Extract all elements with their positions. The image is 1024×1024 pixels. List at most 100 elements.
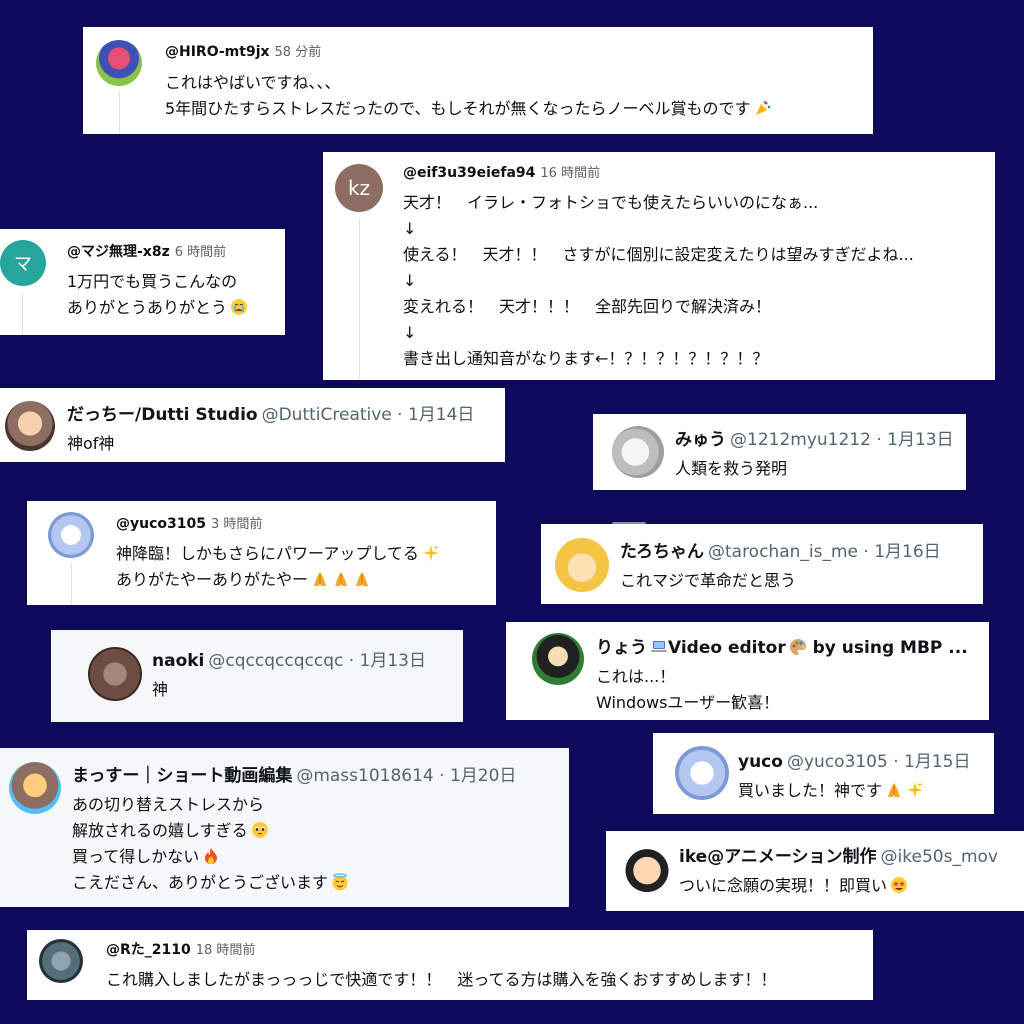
comment-header: @HIRO-mt9jx 58 分前 [165, 43, 321, 62]
comment-body: 1万円でも買うこんなの ありがとうありがとう [67, 269, 248, 321]
sparkles-icon [422, 544, 440, 562]
sparkles-icon [906, 781, 924, 799]
thread-line [71, 563, 72, 605]
tweet-display-name[interactable]: yuco [738, 752, 783, 772]
comment-header: @Rた_2110 18 時間前 [106, 941, 255, 960]
tweet-handle[interactable]: @cqccqccqccqc · 1月13日 [208, 651, 426, 671]
party-popper-icon [754, 99, 772, 117]
thread-line [22, 293, 23, 335]
tweet-card: たろちゃん @tarochan_is_me · 1月16日 これマジで革命だと思う [541, 524, 983, 604]
avatar[interactable] [48, 512, 94, 558]
tweet-header: みゅう @1212myu1212 · 1月13日 [675, 429, 954, 452]
tweet-card: まっすー｜ショート動画編集 @mass1018614 · 1月20日 あの切り替え… [0, 748, 569, 907]
folded-hands-icon [353, 570, 371, 588]
comment-handle[interactable]: @マジ無理-x8z [67, 244, 170, 260]
comment-handle[interactable]: @yuco3105 [116, 516, 206, 532]
tweet-line: これマジで革命だと思う [620, 571, 797, 590]
comment-body: 天才！ イラレ・フォトショでも使えたらいいのになぁ... ↓ 使える！ 天才！！… [403, 190, 914, 372]
comment-line: これはやばいですね、、、 [165, 73, 341, 92]
comment-line: ありがとうありがとう [67, 295, 248, 321]
tweet-line: これは...！ [596, 667, 676, 686]
comment-handle[interactable]: @eif3u39eiefa94 [403, 165, 535, 181]
comment-card: マ @マジ無理-x8z 6 時間前 1万円でも買うこんなの ありがとうありがとう [0, 229, 285, 335]
tweet-line: 人類を救う発明 [675, 459, 788, 478]
comment-line: これ購入しましたがまっっっじで快適です！！ 迷ってる方は購入を強くおすすめします… [106, 970, 777, 989]
comment-time[interactable]: 16 時間前 [540, 166, 600, 181]
tweet-header: yuco @yuco3105 · 1月15日 [738, 751, 970, 774]
comment-line: ↓ [403, 219, 417, 238]
tweet-handle[interactable]: @yuco3105 · 1月15日 [787, 752, 971, 772]
avatar[interactable] [96, 40, 142, 86]
comment-card: kz @eif3u39eiefa94 16 時間前 天才！ イラレ・フォトショでも… [323, 152, 995, 380]
tweet-card: だっちー/Dutti Studio @DuttiCreative · 1月14日 … [0, 388, 505, 462]
avatar[interactable] [621, 842, 673, 894]
tweet-header: りょう Video editor by using MBP ... [596, 637, 968, 660]
comment-line: 5年間ひたすらストレスだったので、もしそれが無くなったらノーベル賞ものです [165, 96, 772, 122]
avatar[interactable] [39, 939, 83, 983]
tweet-handle[interactable]: @ike50s_mov [881, 847, 998, 867]
tweet-line: 神of神 [67, 434, 115, 453]
halo-face-icon [331, 873, 349, 891]
tweet-handle[interactable]: @mass1018614 · 1月20日 [296, 766, 516, 786]
tweet-display-name[interactable]: naoki [152, 651, 204, 671]
comment-time[interactable]: 3 時間前 [211, 517, 262, 532]
comment-line: 天才！ イラレ・フォトショでも使えたらいいのになぁ... [403, 193, 819, 212]
comment-body: 神降臨！しかもさらにパワーアップしてる ありがたやーありがたやー [116, 541, 440, 593]
avatar[interactable] [532, 633, 584, 685]
crying-face-icon [230, 298, 248, 316]
comment-line: ↓ [403, 323, 417, 342]
tweet-display-name[interactable]: まっすー｜ショート動画編集 [72, 766, 292, 786]
tweet-display-name[interactable]: たろちゃん [620, 542, 704, 562]
tweet-handle[interactable]: @tarochan_is_me · 1月16日 [708, 542, 941, 562]
tweet-card: yuco @yuco3105 · 1月15日 買いました！神です [653, 733, 994, 814]
avatar[interactable] [5, 401, 55, 451]
tweet-line: 解放されるの嬉しすぎる [72, 818, 349, 844]
tweet-card: naoki @cqccqccqccqc · 1月13日 神 [51, 630, 463, 722]
tweet-display-name[interactable]: ike@アニメーション制作 [679, 847, 877, 867]
tweet-line: ついに念願の実現！！即買い [679, 873, 908, 899]
tweet-body: 神 [152, 677, 168, 703]
comment-body: これ購入しましたがまっっっじで快適です！！ 迷ってる方は購入を強くおすすめします… [106, 967, 777, 993]
comment-time[interactable]: 18 時間前 [196, 943, 256, 958]
folded-hands-icon [885, 781, 903, 799]
avatar[interactable] [612, 426, 664, 478]
tweet-display-name[interactable]: みゅう [675, 430, 726, 450]
comment-handle[interactable]: @Rた_2110 [106, 942, 191, 958]
avatar[interactable] [9, 762, 61, 814]
comment-handle[interactable]: @HIRO-mt9jx [165, 44, 270, 60]
avatar[interactable] [675, 746, 729, 800]
tweet-body: 神of神 [67, 431, 114, 457]
tweet-body: これは...！ Windowsユーザー歓喜！ [596, 664, 779, 716]
tweet-line: Windowsユーザー歓喜！ [596, 693, 780, 712]
tweet-line: 買って得しかない [72, 844, 349, 870]
palette-icon [789, 638, 807, 656]
star-struck-icon [890, 876, 908, 894]
tweet-body: ついに念願の実現！！即買い [679, 873, 908, 899]
fire-icon [202, 847, 220, 865]
comment-line: 使える！ 天才！！ さすがに個別に設定変えたりは望みすぎだよね... [403, 245, 914, 264]
tweet-header: まっすー｜ショート動画編集 @mass1018614 · 1月20日 [72, 765, 516, 788]
tweet-handle[interactable]: @DuttiCreative · 1月14日 [262, 405, 475, 425]
tweet-body: これマジで革命だと思う [620, 568, 796, 594]
tweet-handle[interactable]: @1212myu1212 · 1月13日 [730, 430, 954, 450]
comment-time[interactable]: 58 分前 [275, 45, 322, 60]
comment-header: @eif3u39eiefa94 16 時間前 [403, 164, 600, 183]
avatar[interactable] [555, 538, 609, 592]
folded-hands-icon [332, 570, 350, 588]
comment-line: 変えれる！ 天才！！！ 全部先回りで解決済み！ [403, 297, 772, 316]
comment-time[interactable]: 6 時間前 [175, 245, 226, 260]
tweet-card: りょう Video editor by using MBP ... これは...！… [506, 622, 989, 720]
avatar[interactable] [88, 647, 142, 701]
comment-card: @yuco3105 3 時間前 神降臨！しかもさらにパワーアップしてる ありがたや… [27, 501, 496, 605]
tweet-display-name[interactable]: りょう Video editor by using MBP ... [596, 638, 968, 658]
thread-line [359, 218, 360, 380]
avatar[interactable]: マ [0, 240, 46, 286]
avatar[interactable]: kz [335, 164, 383, 212]
tweet-display-name[interactable]: だっちー/Dutti Studio [67, 405, 258, 425]
comment-card: @HIRO-mt9jx 58 分前 これはやばいですね、、、 5年間ひたすらストレ… [83, 27, 873, 134]
tweet-header: naoki @cqccqccqccqc · 1月13日 [152, 650, 426, 673]
tweet-header: たろちゃん @tarochan_is_me · 1月16日 [620, 541, 941, 564]
comment-line: ↓ [403, 271, 417, 290]
tweet-header: ike@アニメーション制作 @ike50s_mov [679, 846, 998, 869]
folded-hands-icon [311, 570, 329, 588]
